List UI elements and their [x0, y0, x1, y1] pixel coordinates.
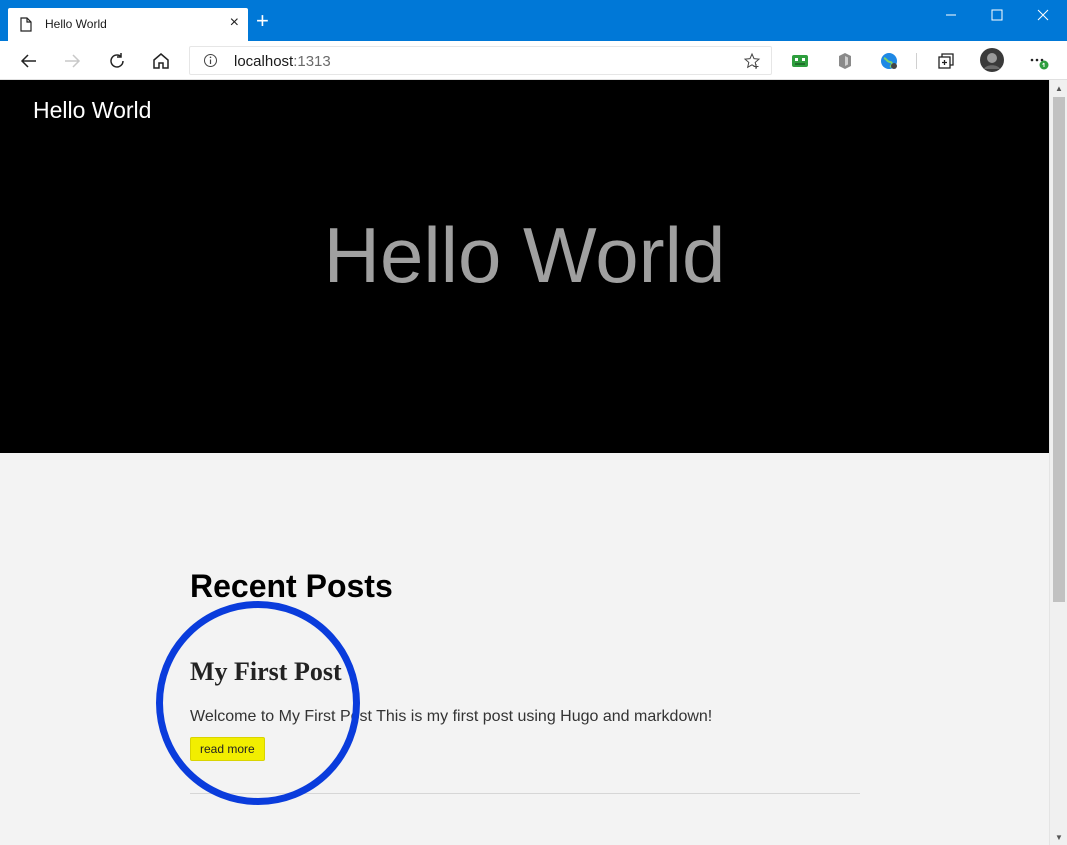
more-options-icon[interactable]	[1027, 50, 1049, 72]
recent-posts-heading: Recent Posts	[190, 568, 393, 604]
post-title-link[interactable]: My First Post	[190, 657, 342, 687]
browser-titlebar: Hello World × +	[0, 0, 1067, 41]
new-tab-button[interactable]: +	[256, 10, 269, 32]
minimize-icon	[946, 14, 956, 16]
site-brand-link[interactable]: Hello World	[33, 97, 151, 124]
toolbar-separator	[916, 53, 917, 69]
extension-robot-icon[interactable]	[789, 50, 811, 72]
info-icon[interactable]	[203, 53, 218, 68]
hero-banner: Hello World Hello World	[0, 80, 1049, 453]
read-more-button[interactable]: read more	[190, 737, 265, 761]
home-icon[interactable]	[149, 49, 173, 73]
address-bar[interactable]: localhost:1313	[189, 46, 772, 75]
profile-avatar[interactable]	[980, 48, 1004, 72]
browser-toolbar: localhost:1313	[0, 41, 1067, 80]
scroll-up-arrow-icon[interactable]: ▲	[1055, 84, 1063, 93]
refresh-icon[interactable]	[105, 49, 129, 73]
close-window-button[interactable]	[1020, 0, 1066, 30]
vertical-scrollbar[interactable]: ▲ ▼	[1049, 80, 1067, 845]
extension-globe-icon[interactable]	[878, 50, 900, 72]
hero-title: Hello World	[323, 211, 726, 299]
favorite-star-icon[interactable]	[743, 52, 761, 70]
scroll-down-arrow-icon[interactable]: ▼	[1055, 833, 1063, 842]
tab-title: Hello World	[45, 17, 107, 31]
tab-close-icon[interactable]: ×	[230, 15, 239, 31]
forward-icon[interactable]	[60, 49, 84, 73]
browser-tab[interactable]: Hello World ×	[8, 8, 248, 41]
minimize-button[interactable]	[928, 0, 974, 30]
address-host: localhost	[234, 53, 294, 70]
annotation-circle	[156, 601, 360, 805]
back-icon[interactable]	[17, 49, 41, 73]
page-icon	[20, 17, 32, 32]
address-url[interactable]: localhost:1313	[234, 53, 331, 70]
scrollbar-thumb[interactable]	[1053, 97, 1065, 602]
extension-office-icon[interactable]	[834, 50, 856, 72]
maximize-button[interactable]	[974, 0, 1020, 30]
collections-icon[interactable]	[935, 50, 957, 72]
address-port: :1313	[293, 53, 331, 70]
page-viewport: Hello World Hello World Recent Posts My …	[0, 80, 1049, 845]
maximize-icon	[991, 9, 1003, 21]
post-summary: Welcome to My First Post This is my firs…	[190, 708, 713, 725]
post-divider	[190, 793, 860, 794]
close-icon	[1037, 9, 1049, 21]
